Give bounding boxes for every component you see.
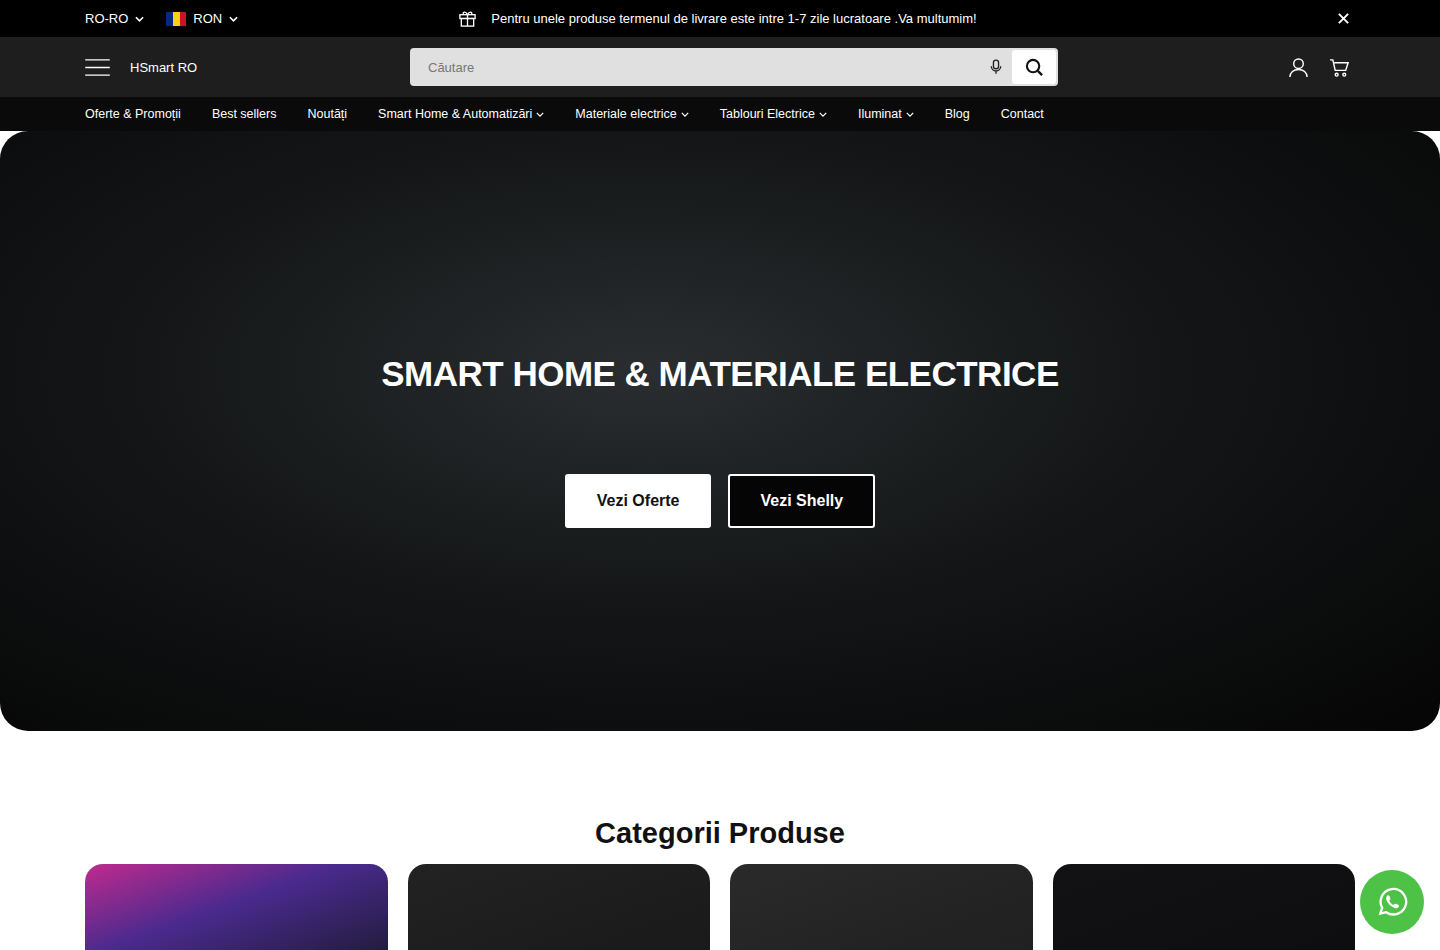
- cart-icon[interactable]: [1329, 57, 1350, 78]
- category-card[interactable]: [408, 864, 711, 950]
- nav-item[interactable]: Iluminat: [858, 107, 914, 121]
- nav-item[interactable]: Oferte & Promoții: [85, 107, 181, 121]
- announcement: Pentru unele produse termenul de livrare…: [385, 9, 1050, 28]
- nav-item[interactable]: Smart Home & Automatizări: [378, 107, 544, 121]
- chevron-down-icon: [681, 112, 689, 117]
- search-icon: [1025, 58, 1044, 77]
- menu-icon[interactable]: [85, 59, 110, 76]
- microphone-icon[interactable]: [990, 59, 1002, 75]
- hero-button[interactable]: Vezi Shelly: [728, 474, 875, 528]
- chevron-down-icon: [536, 112, 544, 117]
- search-input[interactable]: [426, 59, 980, 76]
- hero-title: SMART HOME & MATERIALE ELECTRICE: [381, 314, 1059, 394]
- chevron-down-icon: [229, 16, 238, 22]
- chevron-down-icon: [819, 112, 827, 117]
- nav-item[interactable]: Best sellers: [212, 107, 277, 121]
- categories-section: Categorii Produse: [0, 731, 1440, 950]
- section-title: Categorii Produse: [85, 817, 1355, 850]
- whatsapp-button[interactable]: [1360, 870, 1424, 934]
- user-icon[interactable]: [1288, 57, 1309, 78]
- category-card[interactable]: [85, 864, 388, 950]
- gift-icon: [458, 9, 477, 28]
- chevron-down-icon: [906, 112, 914, 117]
- category-card[interactable]: [730, 864, 1033, 950]
- whatsapp-icon: [1375, 885, 1409, 919]
- brand-logo[interactable]: HSmart RO: [130, 60, 197, 75]
- locale-selector[interactable]: RO-RO: [85, 11, 144, 26]
- search-field[interactable]: [410, 48, 1058, 86]
- page: RO-RO RON Pentru unele produse termenul de…: [0, 0, 1440, 950]
- currency-selector[interactable]: RON: [166, 11, 238, 26]
- hero-button[interactable]: Vezi Oferte: [565, 474, 712, 528]
- search-button[interactable]: [1012, 50, 1056, 84]
- close-icon[interactable]: [1337, 12, 1350, 25]
- nav-item[interactable]: Noutăți: [307, 107, 347, 121]
- nav-item[interactable]: Materiale electrice: [575, 107, 688, 121]
- nav-item[interactable]: Tablouri Electrice: [720, 107, 827, 121]
- nav-item[interactable]: Blog: [945, 107, 970, 121]
- announcement-bar: RO-RO RON Pentru unele produse termenul de…: [0, 0, 1440, 37]
- main-nav: Oferte & Promoții Best sellers Noutăți Smar…: [0, 97, 1440, 131]
- chevron-down-icon: [135, 16, 144, 22]
- hero-banner: SMART HOME & MATERIALE ELECTRICE Vezi Ofe…: [0, 131, 1440, 731]
- romania-flag-icon: [166, 12, 186, 26]
- header: HSmart RO: [0, 37, 1440, 97]
- nav-item[interactable]: Contact: [1001, 107, 1044, 121]
- category-card[interactable]: [1053, 864, 1356, 950]
